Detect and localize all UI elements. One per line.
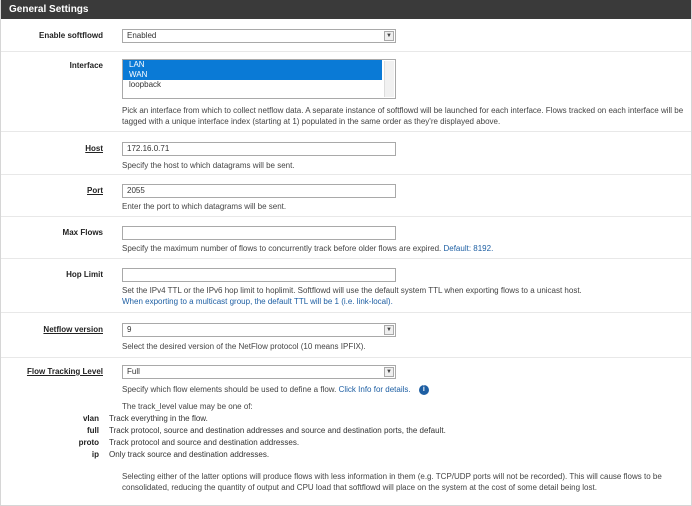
tracking-value: Full bbox=[127, 367, 140, 376]
hoplimit-help: Set the IPv4 TTL or the IPv6 hop limit t… bbox=[122, 285, 688, 307]
tracking-label: Flow Tracking Level bbox=[26, 367, 103, 376]
level-key: full bbox=[87, 426, 99, 435]
version-help: Select the desired version of the NetFlo… bbox=[122, 342, 366, 351]
chevron-down-icon: ▼ bbox=[384, 31, 394, 41]
interface-scrollbar[interactable] bbox=[384, 61, 394, 97]
maxflows-help-text: Specify the maximum number of flows to c… bbox=[122, 244, 442, 253]
version-select[interactable]: 9 ▼ bbox=[122, 323, 396, 337]
maxflows-input[interactable] bbox=[122, 226, 396, 240]
port-help: Enter the port to which datagrams will b… bbox=[122, 202, 287, 211]
chevron-down-icon: ▼ bbox=[384, 325, 394, 335]
port-input[interactable]: 2055 bbox=[122, 184, 396, 198]
tracking-info-link[interactable]: Click Info for details. bbox=[339, 385, 411, 394]
tracking-footer: Selecting either of the latter options w… bbox=[122, 472, 662, 492]
tracking-intro: The track_level value may be one of: bbox=[122, 402, 253, 411]
tracking-level-vlan: vlan Track everything in the flow. bbox=[1, 413, 208, 424]
level-desc: Only track source and destination addres… bbox=[109, 450, 270, 459]
row-tracking: Flow Tracking Level Full ▼ Specify which… bbox=[1, 358, 691, 505]
tracking-select[interactable]: Full ▼ bbox=[122, 365, 396, 379]
level-desc: Track protocol, source and destination a… bbox=[109, 426, 446, 435]
level-key: proto bbox=[78, 438, 99, 447]
level-desc: Track everything in the flow. bbox=[109, 414, 208, 423]
tracking-help-text: Specify which flow elements should be us… bbox=[122, 385, 337, 394]
chevron-down-icon: ▼ bbox=[384, 367, 394, 377]
interface-label: Interface bbox=[69, 61, 103, 70]
host-label: Host bbox=[85, 144, 103, 153]
tracking-help: Specify which flow elements should be us… bbox=[122, 384, 688, 395]
interface-option-loopback[interactable]: loopback bbox=[123, 80, 395, 90]
hoplimit-label: Hop Limit bbox=[66, 270, 103, 279]
general-settings-panel: General Settings Enable softflowd Enable… bbox=[0, 0, 692, 506]
interface-option-lan[interactable]: LAN bbox=[123, 60, 382, 70]
hoplimit-multicast-link[interactable]: When exporting to a multicast group, the… bbox=[122, 296, 688, 307]
host-help: Specify the host to which datagrams will… bbox=[122, 161, 295, 170]
tracking-level-full: full Track protocol, source and destinati… bbox=[1, 425, 446, 436]
version-label: Netflow version bbox=[43, 325, 103, 334]
row-interface: Interface LAN WAN loopback Pick an inter… bbox=[1, 52, 691, 132]
level-key: ip bbox=[91, 450, 99, 459]
enable-select[interactable]: Enabled ▼ bbox=[122, 29, 396, 43]
version-value: 9 bbox=[127, 325, 132, 334]
maxflows-default-link[interactable]: Default: 8192. bbox=[443, 244, 493, 253]
row-hoplimit: Hop Limit Set the IPv4 TTL or the IPv6 h… bbox=[1, 259, 691, 313]
host-input[interactable]: 172.16.0.71 bbox=[122, 142, 396, 156]
tracking-level-proto: proto Track protocol and source and desti… bbox=[1, 437, 299, 448]
row-maxflows: Max Flows Specify the maximum number of … bbox=[1, 217, 691, 259]
level-key: vlan bbox=[82, 414, 99, 423]
row-host: Host 172.16.0.71 Specify the host to whi… bbox=[1, 132, 691, 175]
panel-title: General Settings bbox=[1, 0, 691, 19]
row-enable: Enable softflowd Enabled ▼ bbox=[1, 19, 691, 52]
interface-listbox[interactable]: LAN WAN loopback bbox=[122, 59, 396, 99]
hoplimit-help-text: Set the IPv4 TTL or the IPv6 hop limit t… bbox=[122, 286, 582, 295]
hoplimit-input[interactable] bbox=[122, 268, 396, 282]
interface-option-wan[interactable]: WAN bbox=[123, 70, 382, 80]
level-desc: Track protocol and source and destinatio… bbox=[109, 438, 300, 447]
maxflows-help: Specify the maximum number of flows to c… bbox=[122, 243, 688, 254]
interface-help: Pick an interface from which to collect … bbox=[122, 106, 684, 126]
maxflows-label: Max Flows bbox=[62, 228, 103, 237]
enable-value: Enabled bbox=[127, 31, 157, 40]
port-label: Port bbox=[87, 186, 103, 195]
enable-label: Enable softflowd bbox=[39, 31, 103, 40]
tracking-level-ip: ip Only track source and destination addr… bbox=[1, 449, 269, 460]
row-port: Port 2055 Enter the port to which datagr… bbox=[1, 175, 691, 217]
row-version: Netflow version 9 ▼ Select the desired v… bbox=[1, 313, 691, 358]
info-icon[interactable]: i bbox=[418, 384, 429, 395]
